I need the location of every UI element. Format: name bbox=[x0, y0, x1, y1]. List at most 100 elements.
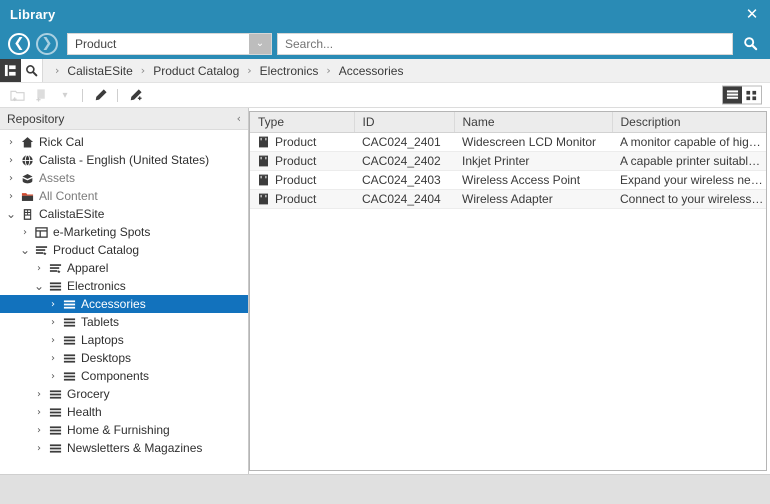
chevron-right-icon[interactable]: › bbox=[46, 353, 60, 364]
repository-tree[interactable]: › Rick Cal ›Calista - English (United Stat… bbox=[0, 130, 248, 474]
chevron-right-icon[interactable]: › bbox=[4, 155, 18, 166]
tree-item-health[interactable]: › Health bbox=[0, 403, 248, 421]
edit-button[interactable] bbox=[89, 85, 111, 105]
tree-item-assets[interactable]: ›Assets bbox=[0, 169, 248, 187]
chevron-right-icon[interactable]: › bbox=[46, 299, 60, 310]
breadcrumb-item-1[interactable]: Product Catalog bbox=[153, 64, 239, 78]
tree-item-desktops[interactable]: ›Desktops bbox=[0, 349, 248, 367]
globe-icon bbox=[21, 154, 34, 167]
search-input[interactable] bbox=[278, 34, 732, 54]
chevron-down-icon[interactable]: ⌄ bbox=[18, 246, 32, 254]
tree-item-newsletters-magazines[interactable]: ›Newsletters & Magazines bbox=[0, 439, 248, 457]
folder-icon bbox=[18, 190, 36, 203]
product-icon bbox=[258, 136, 269, 148]
breadcrumb-bar: › CalistaESite › Product Catalog › Elect… bbox=[0, 59, 770, 83]
tree-item-label: Apparel bbox=[64, 261, 108, 275]
chevron-right-icon[interactable]: › bbox=[18, 227, 32, 238]
tree-item-electronics[interactable]: ⌄Electronics bbox=[0, 277, 248, 295]
chevron-right-icon[interactable]: › bbox=[4, 137, 18, 148]
column-header-name[interactable]: Name bbox=[454, 112, 612, 132]
tree-item-all-content[interactable]: ›All Content bbox=[0, 187, 248, 205]
column-header-description[interactable]: Description bbox=[612, 112, 766, 132]
tree-item-label: Tablets bbox=[78, 315, 119, 329]
chevron-right-icon[interactable]: › bbox=[46, 371, 60, 382]
chevron-right-icon[interactable]: › bbox=[32, 443, 46, 454]
arrow-left-icon: ❮ bbox=[14, 37, 25, 50]
chevron-right-icon[interactable]: › bbox=[46, 317, 60, 328]
arrow-right-icon: ❯ bbox=[42, 37, 53, 50]
tree-item-home-furnishing[interactable]: ›Home & Furnishing bbox=[0, 421, 248, 439]
chevron-right-icon[interactable]: › bbox=[32, 425, 46, 436]
tree-item-accessories[interactable]: ›Accessories bbox=[0, 295, 248, 313]
main-body: Repository ‹ › Rick Cal ›Calista - English… bbox=[0, 108, 770, 474]
search-button[interactable] bbox=[736, 32, 764, 56]
type-label: Product bbox=[275, 173, 316, 187]
chevron-down-icon[interactable]: ⌄ bbox=[32, 282, 46, 290]
tree-item-calista-english-united-states[interactable]: ›Calista - English (United States) bbox=[0, 151, 248, 169]
collapse-panel-icon[interactable]: ‹ bbox=[237, 112, 241, 125]
new-document-button[interactable] bbox=[30, 85, 52, 105]
table-header-row: TypeIDNameDescription bbox=[250, 112, 766, 132]
category-icon bbox=[63, 334, 76, 347]
category-icon bbox=[49, 424, 62, 437]
chevron-right-icon[interactable]: › bbox=[32, 389, 46, 400]
tree-view-toggle[interactable] bbox=[0, 59, 21, 82]
column-header-id[interactable]: ID bbox=[354, 112, 454, 132]
search-icon bbox=[25, 64, 38, 77]
category-icon bbox=[63, 298, 76, 311]
chevron-right-icon[interactable]: › bbox=[46, 335, 60, 346]
tree-item-calistaesite[interactable]: ⌄CalistaESite bbox=[0, 205, 248, 223]
list-view-button[interactable] bbox=[723, 87, 742, 104]
toolbar-divider bbox=[82, 89, 83, 102]
category-icon bbox=[49, 442, 62, 455]
chevron-right-icon[interactable]: › bbox=[4, 173, 18, 184]
breadcrumb-item-3[interactable]: Accessories bbox=[339, 64, 404, 78]
tree-item-label: Health bbox=[64, 405, 102, 419]
cell-id: CAC024_2404 bbox=[354, 189, 454, 208]
search-view-toggle[interactable] bbox=[21, 59, 42, 82]
view-toggle-group bbox=[722, 86, 762, 105]
table-row[interactable]: ProductCAC024_2404Wireless AdapterConnec… bbox=[250, 189, 766, 208]
cell-type: Product bbox=[250, 170, 354, 189]
chevron-down-icon[interactable]: ⌄ bbox=[249, 34, 271, 54]
type-filter-select[interactable]: Product ⌄ bbox=[67, 33, 272, 55]
tree-item-e-marketing-spots[interactable]: ›e-Marketing Spots bbox=[0, 223, 248, 241]
tree-item-laptops[interactable]: ›Laptops bbox=[0, 331, 248, 349]
tree-item-apparel[interactable]: › Apparel bbox=[0, 259, 248, 277]
tree-item-grocery[interactable]: ›Grocery bbox=[0, 385, 248, 403]
repository-title: Repository bbox=[7, 112, 64, 126]
chevron-right-icon[interactable]: › bbox=[32, 263, 46, 274]
chevron-down-icon[interactable]: ⌄ bbox=[4, 210, 18, 218]
edit-new-button[interactable] bbox=[124, 85, 146, 105]
back-button[interactable]: ❮ bbox=[8, 33, 30, 55]
tree-item-label: Components bbox=[78, 369, 149, 383]
globe-icon bbox=[18, 154, 36, 167]
site-icon bbox=[21, 208, 34, 221]
forward-button[interactable]: ❯ bbox=[36, 33, 58, 55]
tree-item-rick-cal[interactable]: › Rick Cal bbox=[0, 133, 248, 151]
grid-view-button[interactable] bbox=[742, 87, 761, 104]
close-icon[interactable]: ✕ bbox=[744, 6, 760, 22]
breadcrumb-item-0[interactable]: CalistaESite bbox=[67, 64, 132, 78]
tree-item-product-catalog[interactable]: ⌄Product Catalog bbox=[0, 241, 248, 259]
tree-item-tablets[interactable]: › Tablets bbox=[0, 313, 248, 331]
category-icon bbox=[46, 388, 64, 401]
table-body[interactable]: ProductCAC024_2401Widescreen LCD Monitor… bbox=[250, 132, 766, 208]
table-row[interactable]: ProductCAC024_2401Widescreen LCD Monitor… bbox=[250, 132, 766, 151]
cell-name: Widescreen LCD Monitor bbox=[454, 132, 612, 151]
breadcrumb-item-2[interactable]: Electronics bbox=[260, 64, 319, 78]
product-icon bbox=[258, 193, 269, 205]
item-table: TypeIDNameDescription ProductCAC024_2401… bbox=[250, 112, 766, 209]
tree-item-components[interactable]: › Components bbox=[0, 367, 248, 385]
new-folder-button[interactable] bbox=[6, 85, 28, 105]
table-row[interactable]: ProductCAC024_2402Inkjet PrinterA capabl… bbox=[250, 151, 766, 170]
more-actions-button[interactable]: ▾ bbox=[54, 85, 76, 105]
tree-item-label: Rick Cal bbox=[36, 135, 84, 149]
product-icon bbox=[258, 155, 269, 167]
column-header-type[interactable]: Type bbox=[250, 112, 354, 132]
breadcrumb: › CalistaESite › Product Catalog › Elect… bbox=[43, 59, 403, 82]
chevron-right-icon[interactable]: › bbox=[4, 191, 18, 202]
chevron-right-icon[interactable]: › bbox=[32, 407, 46, 418]
table-row[interactable]: ProductCAC024_2403Wireless Access PointE… bbox=[250, 170, 766, 189]
pencil-icon bbox=[93, 88, 108, 102]
